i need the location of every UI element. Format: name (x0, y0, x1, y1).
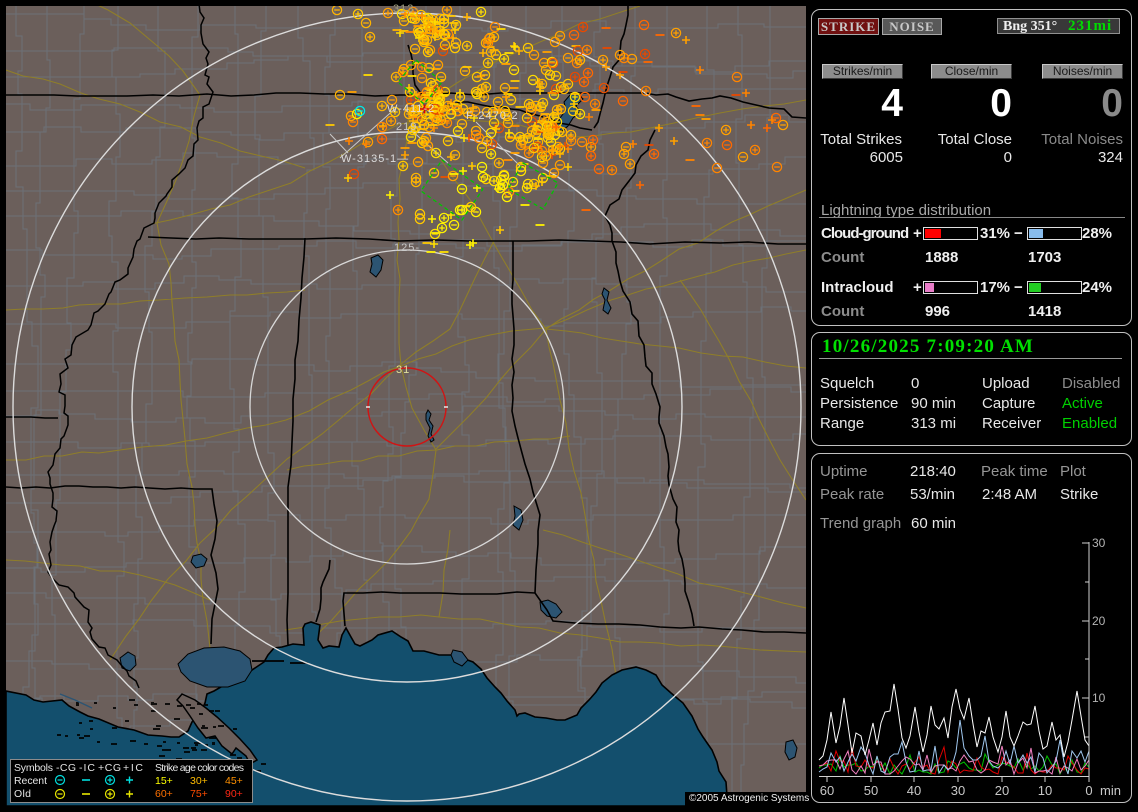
svg-text:-IC: -IC (79, 762, 95, 774)
svg-text:75+: 75+ (190, 788, 208, 800)
svg-text:Recent: Recent (14, 775, 47, 787)
svg-text:Symbols: Symbols (14, 762, 53, 774)
svg-text:Strike age color codes: Strike age color codes (155, 762, 244, 774)
svg-text:-CG: -CG (56, 762, 76, 774)
svg-text:+CG: +CG (98, 762, 121, 774)
svg-text:Old: Old (14, 788, 31, 800)
svg-text:90+: 90+ (225, 788, 243, 800)
svg-text:60+: 60+ (155, 788, 173, 800)
svg-text:+IC: +IC (123, 762, 143, 774)
svg-text:30+: 30+ (190, 775, 208, 787)
svg-text:45+: 45+ (225, 775, 243, 787)
svg-text:15+: 15+ (155, 775, 173, 787)
